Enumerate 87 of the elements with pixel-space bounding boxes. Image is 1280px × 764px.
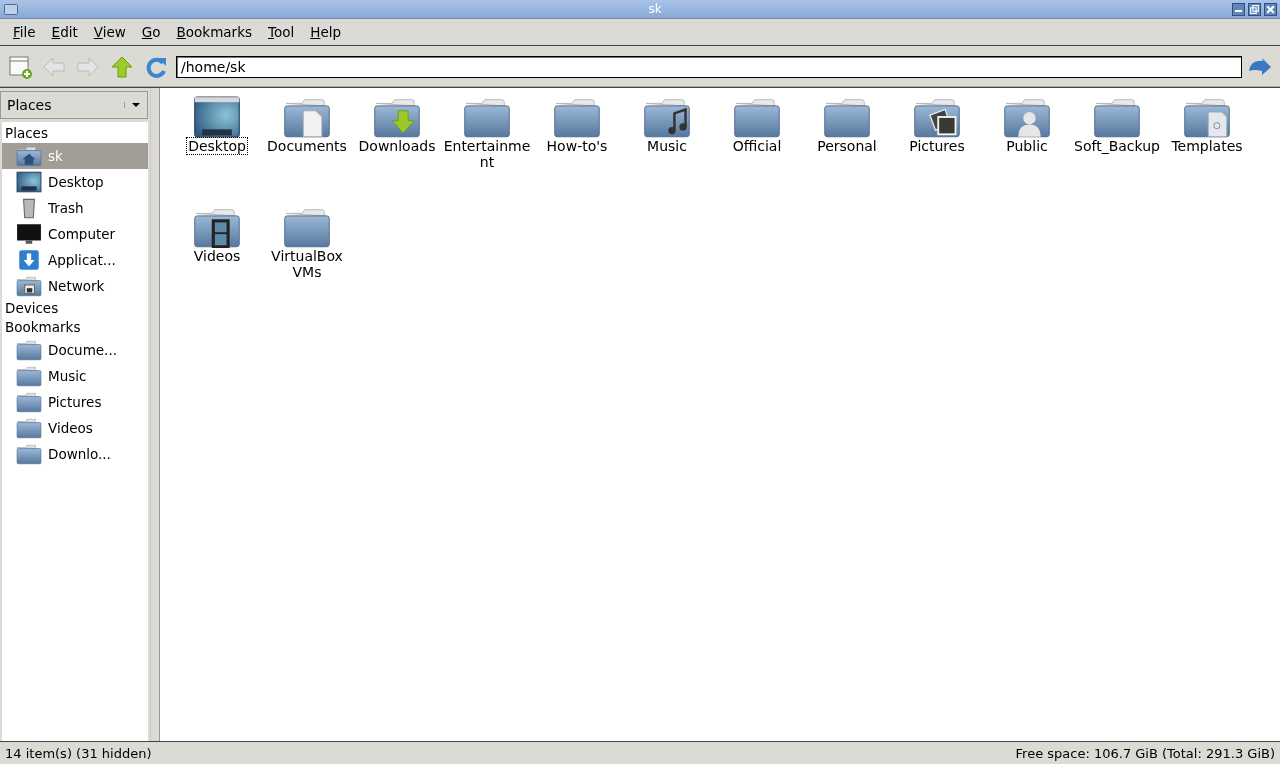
sidebar-item-label: Docume... <box>48 342 117 358</box>
folder-icon <box>553 96 601 138</box>
network-folder-icon <box>16 275 42 297</box>
sidebar-item-label: Desktop <box>48 174 104 190</box>
sidebar-item[interactable]: Pictures <box>2 389 148 415</box>
pane-splitter[interactable] <box>150 88 160 741</box>
menu-item[interactable]: Edit <box>43 24 86 40</box>
location-field[interactable]: /home/sk <box>176 56 1242 78</box>
menu-item[interactable]: Tool <box>260 24 303 40</box>
minimize-icon <box>1235 9 1242 12</box>
menu-item[interactable]: Help <box>302 24 350 40</box>
sidebar-item[interactable]: Trash <box>2 195 148 221</box>
section-heading: Places <box>4 124 49 143</box>
folder-icon <box>283 206 331 248</box>
sidebar-item-label: Downlo... <box>48 446 111 462</box>
menu-item[interactable]: View <box>85 24 134 40</box>
restore-button[interactable] <box>1248 2 1261 16</box>
new-window-icon <box>8 55 32 79</box>
folder-name[interactable]: Downloads <box>357 138 437 154</box>
folder-icon <box>16 391 42 413</box>
folder-icon <box>16 339 42 361</box>
sidebar-item[interactable]: Computer <box>2 221 148 247</box>
folder-template-icon <box>1183 96 1231 138</box>
folder-name[interactable]: Music <box>646 138 688 154</box>
item-count: 14 item(s) (31 hidden) <box>5 745 152 761</box>
folder-icon <box>463 96 511 138</box>
menu-item[interactable]: Go <box>133 24 169 40</box>
sidebar-item[interactable]: Videos <box>2 415 148 441</box>
close-button[interactable] <box>1264 2 1277 16</box>
folder-music-icon <box>643 96 691 138</box>
folder-name[interactable]: Desktop <box>187 138 247 154</box>
menu-item[interactable]: File <box>5 24 44 40</box>
folder-name[interactable]: Pictures <box>908 138 966 154</box>
sidebar-item[interactable]: Desktop <box>2 169 148 195</box>
folder-icon <box>16 443 42 465</box>
folder-name[interactable]: How-to's <box>545 138 609 154</box>
folder-name[interactable]: Videos <box>192 248 242 264</box>
caret-icon <box>124 102 141 108</box>
folder-icon <box>4 3 18 15</box>
monitor-icon <box>16 223 42 245</box>
folder-name[interactable]: VirtualBox VMs <box>262 248 352 280</box>
sidebar-item-label: Trash <box>48 200 84 216</box>
minimize-button[interactable] <box>1232 2 1245 16</box>
sidebar-item-label: Computer <box>48 226 116 242</box>
folder-icon <box>16 365 42 387</box>
sidebar-item-label: sk <box>48 148 63 164</box>
section-heading: Bookmarks <box>4 318 82 337</box>
folder-name[interactable]: Public <box>1005 138 1049 154</box>
desktop-icon <box>16 171 42 193</box>
reload-icon <box>144 55 168 79</box>
sidebar-item[interactable]: Docume... <box>2 337 148 363</box>
sidebar-item[interactable]: Applicat... <box>2 247 148 273</box>
folder-icon <box>16 417 42 439</box>
menu-item[interactable]: Bookmarks <box>168 24 260 40</box>
sidebar-item[interactable]: Downlo... <box>2 441 148 467</box>
folder-document-icon <box>283 96 331 138</box>
close-icon <box>1265 3 1276 15</box>
window-title: sk <box>648 2 662 16</box>
folder-name[interactable]: Official <box>731 138 783 154</box>
sidebar-item-label: Pictures <box>48 394 102 410</box>
folder-icon <box>823 96 871 138</box>
home-folder-icon <box>16 145 42 167</box>
free-space: Free space: 106.7 GiB (Total: 291.3 GiB) <box>1015 745 1275 761</box>
places-dropdown[interactable]: Places <box>0 91 148 119</box>
section-heading: Devices <box>4 299 60 318</box>
folder-person-icon <box>1003 96 1051 138</box>
desktop-icon <box>193 96 241 138</box>
folder-download-icon <box>373 96 421 138</box>
folder-icon <box>1093 96 1141 138</box>
restore-icon <box>1249 3 1260 15</box>
folder-pictures-icon <box>913 96 961 138</box>
right-arrow-icon <box>76 55 100 79</box>
up-arrow-icon <box>110 55 134 79</box>
folder-film-icon <box>193 206 241 248</box>
folder-name[interactable]: Soft_Backup <box>1073 138 1161 154</box>
sidebar-item[interactable]: Music <box>2 363 148 389</box>
folder-name[interactable]: Documents <box>266 138 348 154</box>
sidebar-item-label: Network <box>48 278 105 294</box>
sidebar-item-label: Music <box>48 368 87 384</box>
sidebar-item[interactable]: Network <box>2 273 148 299</box>
left-arrow-icon <box>42 55 66 79</box>
folder-name[interactable]: Entertainment <box>442 138 532 170</box>
sidebar-item-label: Videos <box>48 420 93 436</box>
folder-name[interactable]: Personal <box>816 138 878 154</box>
folder-name[interactable]: Templates <box>1170 138 1244 154</box>
folder-icon <box>733 96 781 138</box>
sidebar-item-label: Applicat... <box>48 252 116 268</box>
